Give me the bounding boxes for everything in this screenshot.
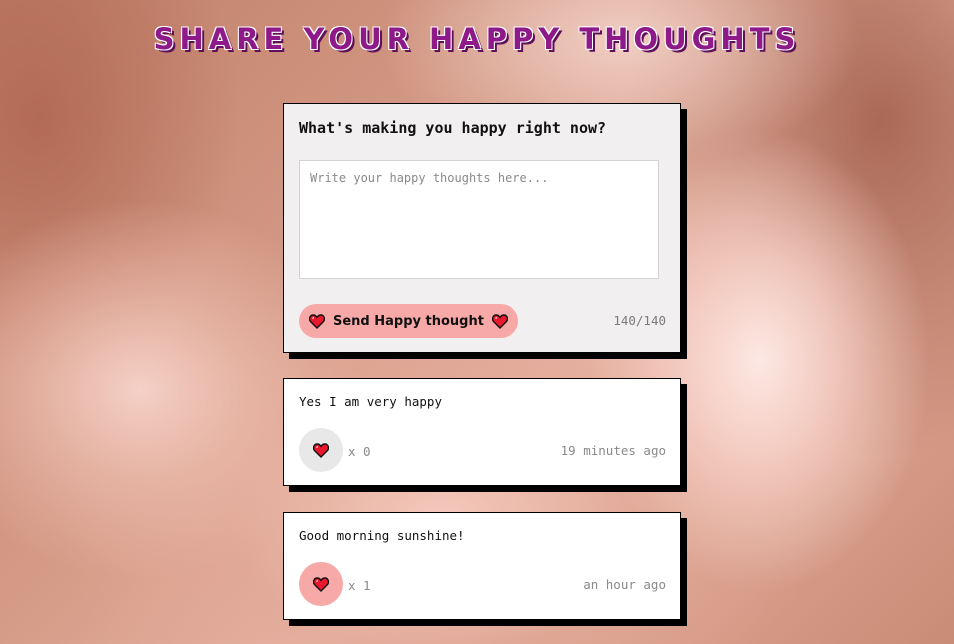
new-thought-form: What's making you happy right now? Send … — [283, 103, 681, 353]
thought-timestamp: an hour ago — [583, 577, 666, 592]
thought-message: Good morning sunshine! — [299, 528, 465, 543]
like-count: x 0 — [348, 444, 371, 459]
heart-icon — [313, 576, 329, 592]
character-counter: 140/140 — [613, 313, 666, 328]
thought-timestamp: 19 minutes ago — [560, 443, 666, 458]
form-question: What's making you happy right now? — [299, 119, 607, 137]
like-button[interactable] — [299, 428, 343, 472]
heart-icon — [313, 442, 329, 458]
page-title: SHARE YOUR HAPPY THOUGHTS — [153, 22, 801, 56]
heart-icon — [309, 313, 325, 329]
send-happy-thought-button[interactable]: Send Happy thought — [299, 304, 518, 338]
thought-input[interactable] — [299, 160, 659, 279]
thought-card: Yes I am very happy x 0 19 minutes ago — [283, 378, 681, 486]
heart-icon — [491, 313, 508, 329]
like-button[interactable] — [299, 562, 343, 606]
like-count: x 1 — [348, 578, 371, 593]
thought-card: Good morning sunshine! x 1 an hour ago — [283, 512, 681, 620]
send-button-label: Send Happy thought — [333, 313, 484, 329]
thought-message: Yes I am very happy — [299, 394, 442, 409]
